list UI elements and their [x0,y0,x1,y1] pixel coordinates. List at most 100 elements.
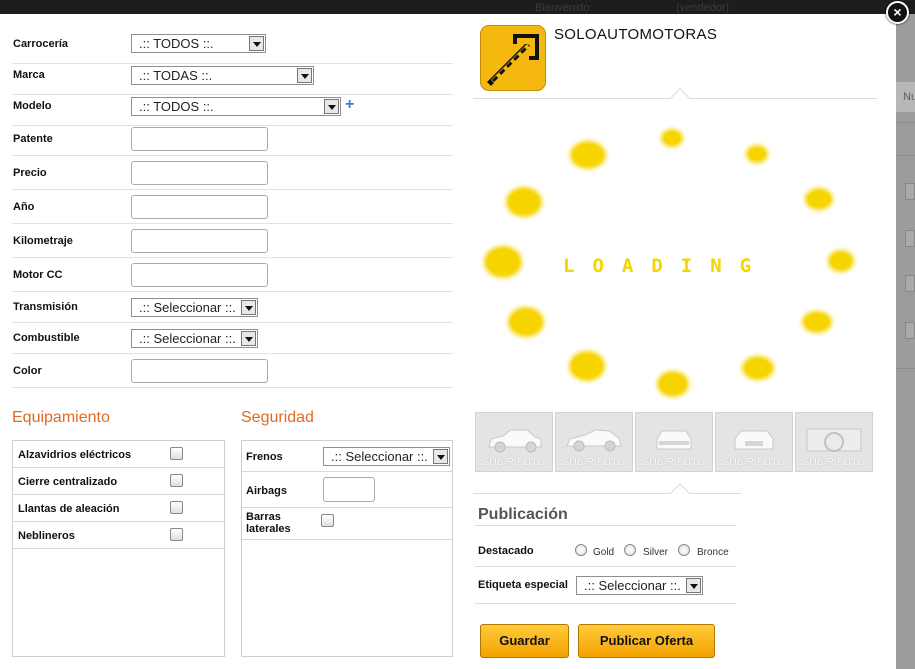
carroceria-select[interactable]: .:: TODOS ::. [131,34,266,53]
frenos-label: Frenos [246,451,283,463]
equipamiento-box: Alzavidrios eléctricos Cierre centraliza… [12,440,225,657]
seguridad-title: Seguridad [241,409,314,426]
background-row [896,122,915,123]
cierre-checkbox[interactable] [170,474,183,487]
loading-dot [831,253,851,269]
chevron-down-icon [241,331,256,346]
equip-label: Alzavidrios eléctricos [18,449,132,461]
add-model-icon[interactable]: + [345,96,354,114]
photo-caption: SUBIR FOTO [562,457,626,468]
list-item: Cierre centralizado [13,468,224,495]
photo-slot-1[interactable]: SUBIR FOTO [475,412,553,472]
transmision-select[interactable]: .:: Seleccionar ::. [131,298,258,317]
destacado-label: Destacado [478,545,534,557]
photo-slot-3[interactable]: SUBIR FOTO [635,412,713,472]
marca-label: Marca [13,69,45,81]
barras-label-line1: Barras [246,511,281,523]
kilometraje-label: Kilometraje [13,235,73,247]
loading-dot [664,132,680,144]
background-dropdown [905,275,915,292]
gold-label: Gold [593,547,615,558]
arrow-logo-icon [487,34,539,86]
list-item: Alzavidrios eléctricos [13,441,224,468]
brand-logo [480,25,546,91]
photo-slot-4[interactable]: SUBIR FOTO [715,412,793,472]
frenos-row: Frenos .:: Seleccionar ::. [242,441,452,472]
background-header-strip: Nu [896,82,915,112]
motor-label: Motor CC [13,269,63,281]
silver-radio[interactable] [624,544,636,556]
loading-dot [573,144,603,166]
loading-dot [808,191,830,207]
etiqueta-label: Etiqueta especial [478,579,568,591]
frenos-select[interactable]: .:: Seleccionar ::. [323,447,450,466]
barras-checkbox[interactable] [321,514,334,527]
alzavidrios-checkbox[interactable] [170,447,183,460]
anio-input[interactable] [131,195,268,219]
chevron-down-icon [686,578,701,593]
background-greeting: Bienvenido [535,2,590,14]
bronce-radio[interactable] [678,544,690,556]
transmision-value: .:: Seleccionar ::. [139,300,236,315]
silver-label: Silver [643,547,669,558]
loading-dot [511,310,541,334]
combustible-label: Combustible [13,332,80,344]
patente-input[interactable] [131,127,268,151]
photo-caption: SUBIR FOTO [722,457,786,468]
etiqueta-value: .:: Seleccionar ::. [584,578,681,593]
frenos-value: .:: Seleccionar ::. [331,449,428,464]
loading-dot [487,249,519,275]
llantas-checkbox[interactable] [170,501,183,514]
combustible-select[interactable]: .:: Seleccionar ::. [131,329,258,348]
loading-dot [745,359,771,377]
car-side-icon [566,429,622,452]
precio-label: Precio [13,167,47,179]
photo-caption: SUBIR FOTO [642,457,706,468]
photo-slot-2[interactable]: SUBIR FOTO [555,412,633,472]
barras-row: Barras laterales [242,508,452,540]
guardar-button[interactable]: Guardar [480,624,569,658]
photo-caption: SUBIR FOTO [802,457,866,468]
equip-label: Cierre centralizado [18,476,118,488]
list-item: Llantas de aleación [13,495,224,522]
background-dropdown [905,322,915,339]
modelo-select[interactable]: .:: TODOS ::. [131,97,341,116]
anio-label: Año [13,201,35,213]
precio-input[interactable] [131,161,268,185]
chevron-down-icon [297,68,312,83]
etiqueta-select[interactable]: .:: Seleccionar ::. [576,576,703,595]
photos-divider [473,493,741,494]
combustible-value: .:: Seleccionar ::. [139,331,236,346]
transmision-label: Transmisión [13,301,78,313]
airbags-label: Airbags [246,485,287,497]
photo-slot-5[interactable]: SUBIR FOTO [795,412,873,472]
patente-label: Patente [13,133,53,145]
background-page [896,14,915,669]
background-row [896,155,915,156]
loading-dot [749,148,765,160]
equip-label: Llantas de aleación [18,503,120,515]
motor-input[interactable] [131,263,268,287]
neblineros-checkbox[interactable] [170,528,183,541]
car-rear-icon [656,430,692,450]
brand-name: SOLOAUTOMOTORAS [554,26,718,43]
car-side-icon [488,429,542,453]
loading-text: LOADING [563,255,770,277]
chevron-down-icon [324,99,339,114]
publicar-button[interactable]: Publicar Oferta [578,624,715,658]
steering-wheel-icon [806,428,862,452]
chevron-down-icon [249,36,264,51]
bronce-label: Bronce [697,547,729,558]
background-topbar: Bienvenido (vendedor) [0,0,915,14]
close-icon[interactable]: × [886,1,909,24]
gold-radio[interactable] [575,544,587,556]
divider-notch [670,88,690,108]
airbags-input[interactable] [323,477,375,502]
kilometraje-input[interactable] [131,229,268,253]
color-input[interactable] [131,359,268,383]
carroceria-label: Carrocería [13,38,69,50]
publish-modal: Carrocería .:: TODOS ::. Marca .:: TODAS… [0,14,896,669]
carroceria-value: .:: TODOS ::. [139,36,214,51]
background-row [896,368,915,369]
marca-select[interactable]: .:: TODAS ::. [131,66,314,85]
